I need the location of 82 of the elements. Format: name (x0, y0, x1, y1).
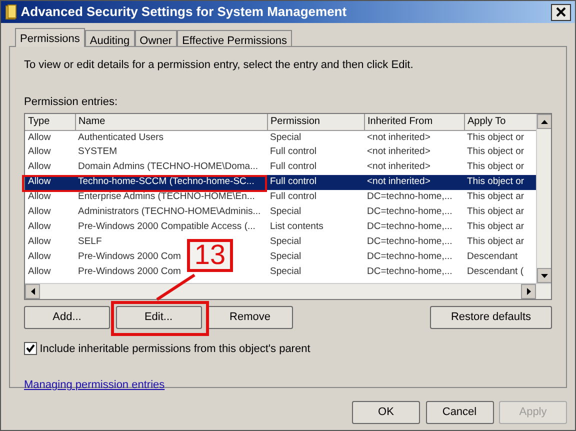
entry-text: Descendant ( (467, 266, 524, 278)
entry-text: This object ar (467, 191, 524, 202)
entry-text: Descendant (467, 251, 518, 262)
entries-label: Permission entries: (24, 94, 119, 110)
entry-text: DC=techno-home,... (367, 251, 452, 262)
left-arrow-icon (30, 288, 34, 295)
horizontal-scrollbar[interactable] (25, 283, 551, 299)
entry-text: SYSTEM (78, 146, 118, 158)
permission-list[interactable] (24, 113, 552, 300)
entry-text: This object or (467, 161, 524, 172)
column-header[interactable]: Name (75, 114, 267, 130)
restore-defaults-button[interactable]: Restore defaults (430, 306, 552, 328)
vertical-scrollbar[interactable] (536, 114, 551, 283)
entry-text: SELF (78, 236, 102, 248)
dialog-button[interactable]: OK (352, 401, 420, 424)
entry-text: Special (270, 132, 302, 143)
tab[interactable]: Permissions (15, 28, 85, 47)
entry-text: Allow (28, 236, 51, 248)
checkbox-label[interactable]: Include inheritable permissions from this object's parent (40, 340, 310, 357)
close-icon (556, 7, 566, 17)
entry-text: DC=techno-home,... (367, 266, 452, 278)
entry-text: DC=techno-home,... (367, 221, 452, 232)
column-header[interactable]: Inherited From (364, 114, 464, 130)
entry-button[interactable]: Add... (24, 306, 110, 328)
entry-text: This object or (467, 132, 524, 143)
entry-text: Allow (28, 132, 51, 143)
dialog-button[interactable]: Cancel (426, 401, 494, 424)
up-arrow-icon (541, 120, 548, 124)
entry-text: DC=techno-home,... (367, 206, 452, 218)
entry-text: Special (270, 236, 302, 248)
instruction-text: To view or edit details for a permission entry, select the entry and then click Edit. (24, 58, 414, 73)
entry-text: List contents (270, 221, 324, 232)
entry-text: Enterprise Admins (TECHNO-HOME\En... (78, 191, 255, 202)
entry-text: Domain Admins (TECHNO-HOME\Doma... (78, 161, 258, 172)
entry-text: Allow (28, 146, 51, 158)
entry-text: Pre-Windows 2000 Compatible Access (... (78, 221, 256, 232)
entry-text: Allow (28, 191, 51, 202)
entry-text: Allow (28, 266, 51, 278)
entry-text: Administrators (TECHNO-HOME\Adminis... (78, 206, 261, 218)
entry-text: Authenticated Users (78, 132, 164, 143)
entry-text: This object or (467, 146, 524, 158)
entry-text: This object ar (467, 206, 524, 218)
tab[interactable]: Effective Permissions (177, 30, 292, 46)
entry-text: This object ar (467, 236, 524, 248)
close-button[interactable] (551, 4, 571, 20)
entry-button[interactable]: Edit... (116, 306, 202, 328)
entry-text: <not inherited> (367, 161, 430, 172)
entry-text: Special (270, 251, 302, 262)
down-arrow-icon (541, 274, 548, 278)
entry-text: <not inherited> (367, 132, 430, 143)
column-header[interactable]: Apply To (464, 114, 536, 130)
entry-text: Allow (28, 251, 51, 262)
entry-button[interactable]: Remove (207, 306, 293, 328)
window-title: Advanced Security Settings for System Management (20, 3, 348, 22)
entry-text: Special (270, 266, 302, 278)
entry-text: Full control (270, 191, 316, 202)
tab[interactable]: Auditing (84, 30, 135, 46)
entry-text: Full control (270, 176, 316, 188)
entry-text: Full control (270, 146, 316, 158)
entry-text: This object ar (467, 221, 524, 232)
inherit-checkbox[interactable] (24, 342, 37, 356)
entry-text: DC=techno-home,... (367, 236, 452, 248)
entry-text: Special (270, 206, 302, 218)
entry-text: Pre-Windows 2000 Com (78, 266, 181, 278)
column-header[interactable]: Type (25, 114, 75, 130)
help-link[interactable]: Managing permission entries (24, 379, 165, 391)
entry-text: Allow (28, 206, 51, 218)
tab[interactable]: Owner (134, 30, 178, 46)
entry-text: Allow (28, 176, 51, 188)
right-arrow-icon (526, 288, 530, 295)
entry-text: DC=techno-home,... (367, 191, 452, 202)
entry-text: Allow (28, 161, 51, 172)
folder-icon (5, 4, 18, 20)
entry-text: <not inherited> (367, 176, 430, 188)
entry-text: This object or (467, 176, 524, 188)
entry-text: Allow (28, 221, 51, 232)
step-number-callout: 13 (187, 239, 233, 272)
entry-text: Full control (270, 161, 316, 172)
entry-text: Pre-Windows 2000 Com (78, 251, 181, 262)
entry-text: Techno-home-SCCM (Techno-home-SC... (78, 176, 254, 188)
entry-text: <not inherited> (367, 146, 430, 158)
column-header[interactable]: Permission (267, 114, 364, 130)
